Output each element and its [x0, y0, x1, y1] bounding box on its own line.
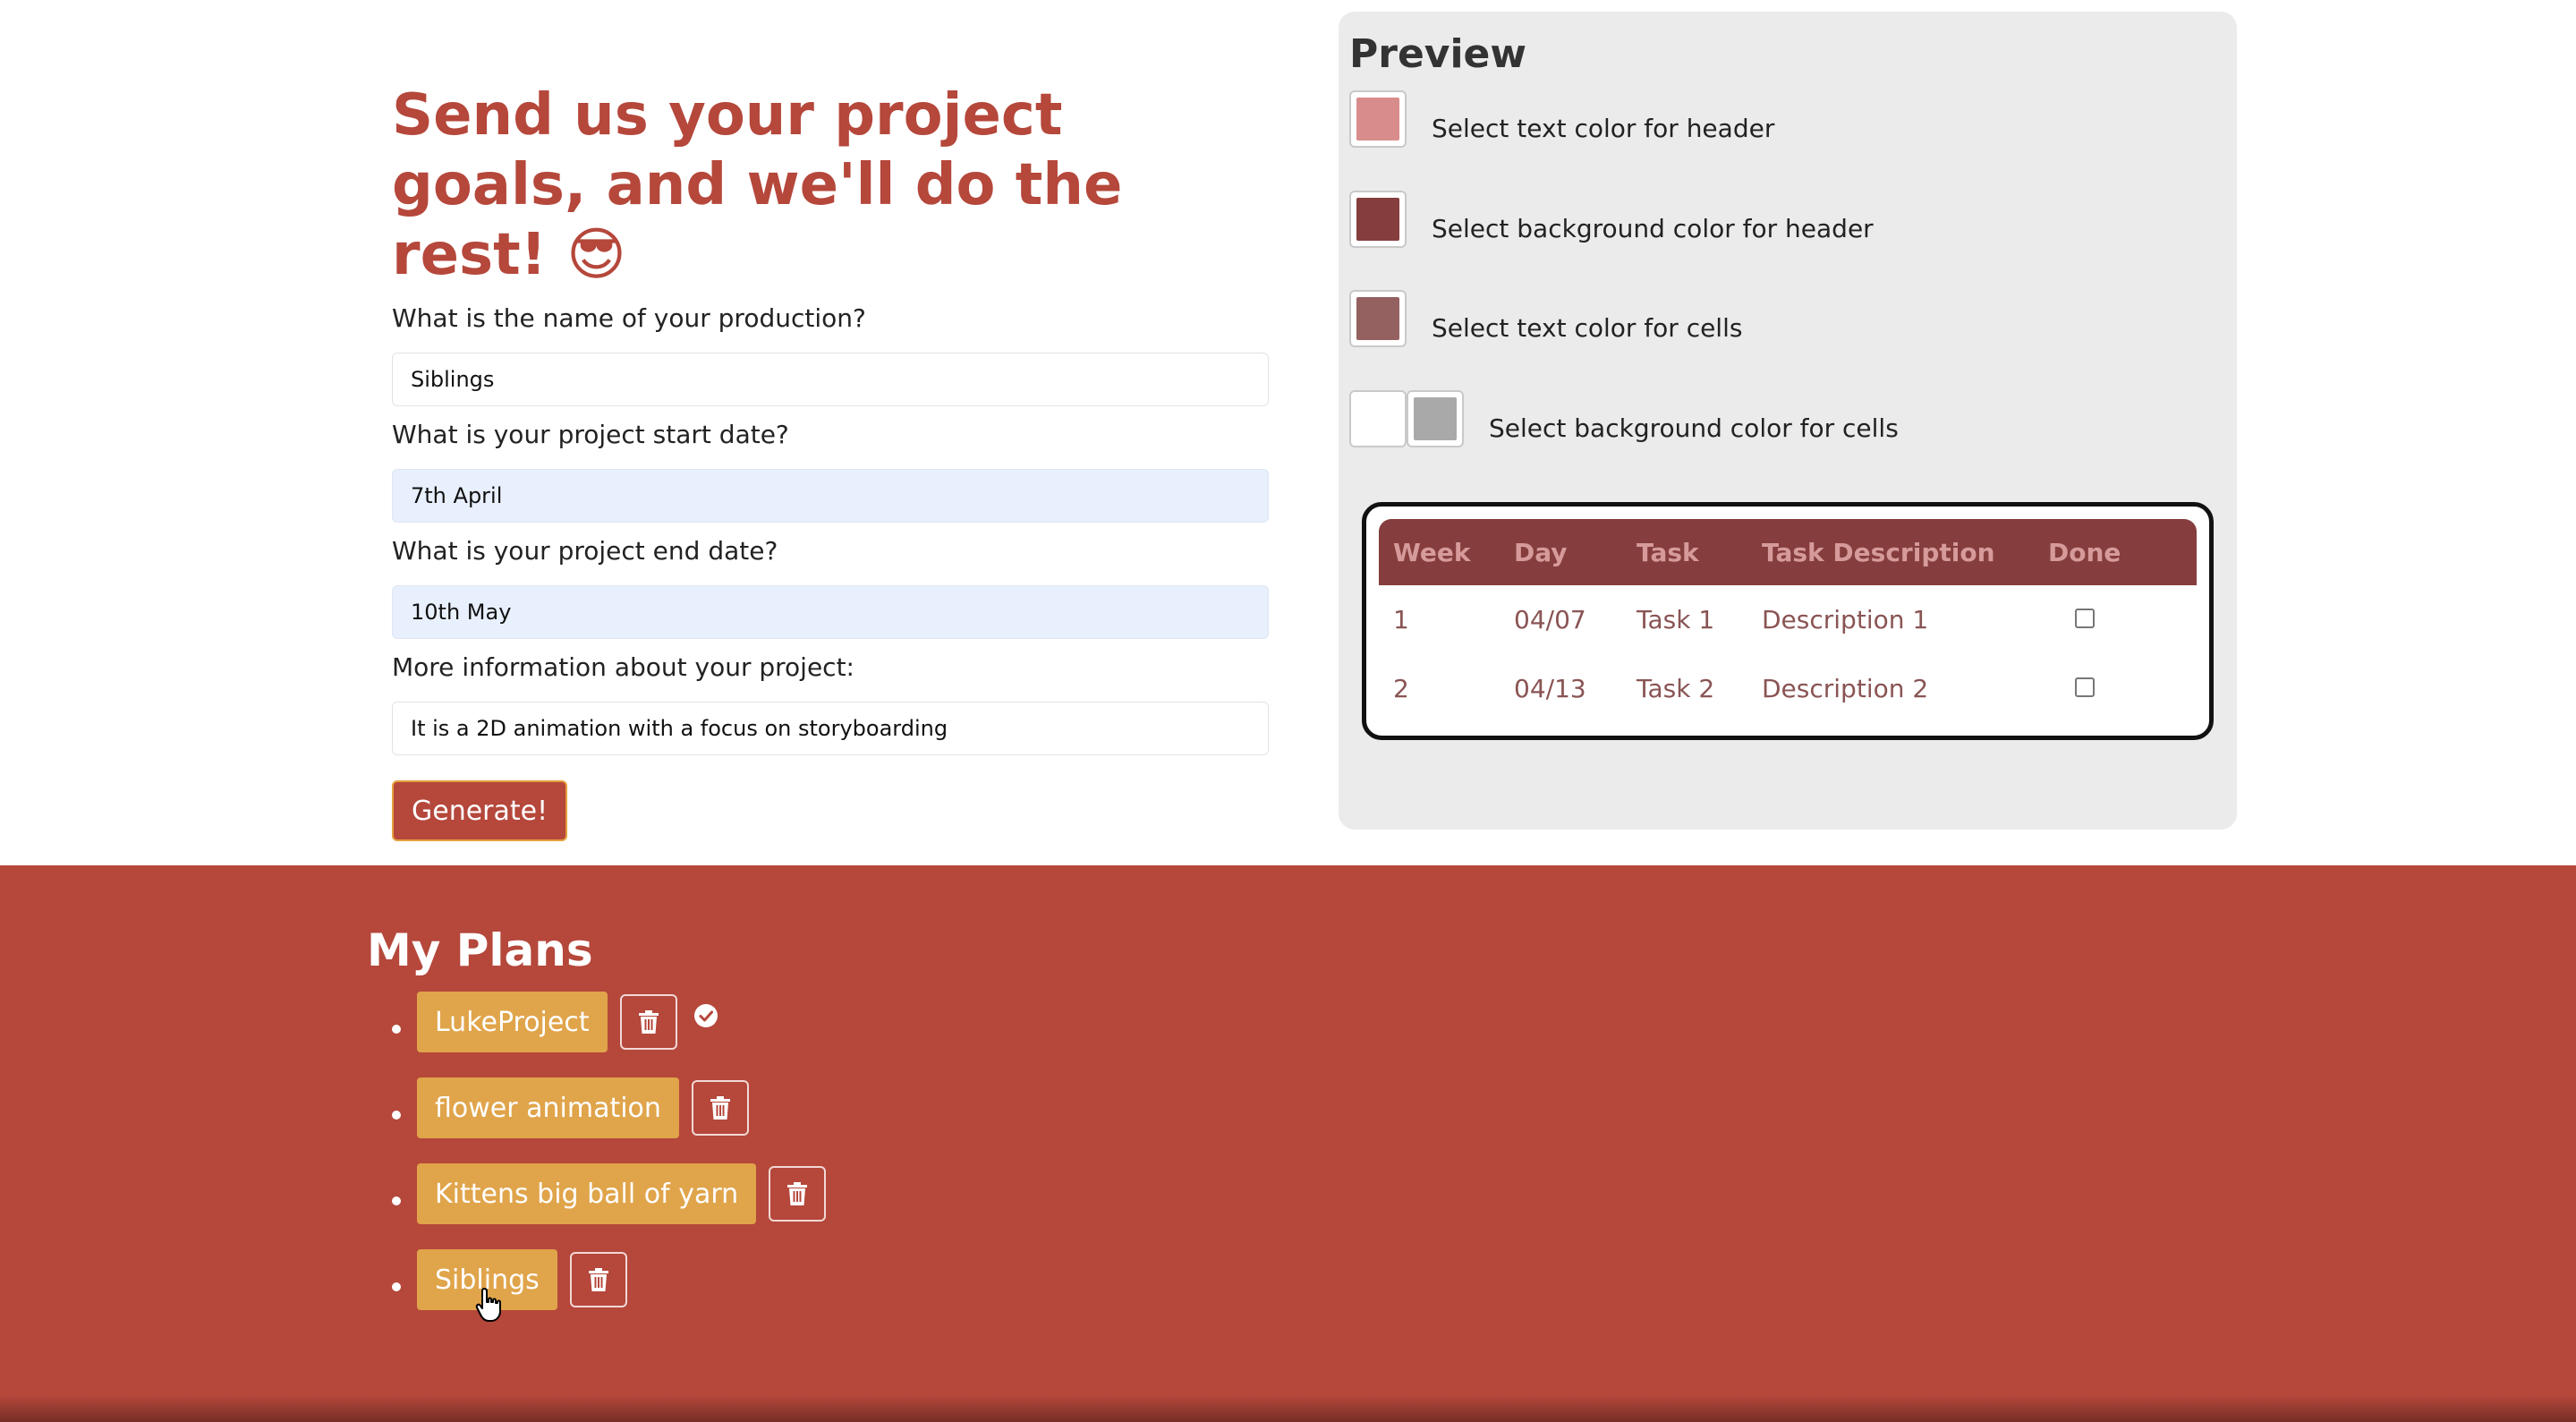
column-header-week: Week [1379, 519, 1500, 585]
plan-button-kittens[interactable]: Kittens big ball of yarn [417, 1163, 757, 1224]
delete-plan-button[interactable] [691, 1080, 749, 1136]
list-item: flower animation [392, 1077, 749, 1138]
table-row: 1 04/07 Task 1 Description 1 [1379, 585, 2197, 654]
page-title: Send us your project goals, and we'll do… [392, 82, 1123, 288]
table-row: 2 04/13 Task 2 Description 2 [1379, 654, 2197, 723]
delete-plan-button[interactable] [769, 1166, 827, 1222]
color-swatch [1356, 397, 1399, 440]
cell-description: Description 2 [1747, 654, 2034, 723]
header-text-color-row: Select text color for header [1349, 90, 1774, 148]
cell-text-color-picker[interactable] [1349, 290, 1407, 347]
production-name-input[interactable] [392, 353, 1269, 406]
cell-text-color-row: Select text color for cells [1349, 290, 1742, 347]
cell-task: Task 1 [1622, 585, 1747, 654]
cell-bg-color-picker-alternate[interactable] [1407, 390, 1464, 447]
color-swatch [1356, 98, 1399, 140]
start-date-label: What is your project start date? [392, 420, 789, 449]
cell-bg-color-picker-primary[interactable] [1349, 390, 1407, 447]
end-date-label: What is your project end date? [392, 536, 778, 566]
check-circle-icon [693, 1004, 718, 1027]
my-plans-title: My Plans [367, 924, 593, 976]
delete-plan-button[interactable] [619, 994, 677, 1050]
trash-icon [588, 1268, 608, 1291]
header-bg-color-label: Select background color for header [1432, 213, 1874, 243]
cell-week: 1 [1379, 585, 1500, 654]
header-text-color-label: Select text color for header [1432, 113, 1775, 143]
cell-done [2034, 585, 2197, 654]
project-info-input[interactable] [392, 702, 1269, 755]
trash-icon [787, 1182, 808, 1205]
header-bg-color-picker[interactable] [1349, 191, 1407, 248]
delete-plan-button[interactable] [569, 1252, 627, 1307]
done-checkbox[interactable] [2075, 609, 2095, 628]
table-header-row: Week Day Task Task Description Done [1379, 519, 2197, 585]
project-info-label: More information about your project: [392, 652, 854, 682]
cell-description: Description 1 [1747, 585, 2034, 654]
preview-panel: Preview Select text color for header Sel… [1339, 12, 2237, 830]
cell-bg-color-row: Select background color for cells [1349, 390, 1899, 447]
project-form: Send us your project goals, and we'll do… [392, 81, 1269, 841]
plan-button-lukeproject[interactable]: LukeProject [417, 992, 608, 1052]
bullet-icon [392, 1196, 401, 1205]
cell-done [2034, 654, 2197, 723]
cell-task: Task 2 [1622, 654, 1747, 723]
preview-table: Week Day Task Task Description Done 1 04… [1379, 519, 2197, 723]
header-text-color-picker[interactable] [1349, 90, 1407, 148]
bullet-icon [392, 1025, 401, 1034]
bullet-icon [392, 1282, 401, 1291]
trash-icon [710, 1096, 730, 1120]
column-header-done: Done [2034, 519, 2197, 585]
trash-icon [638, 1010, 659, 1034]
cell-text-color-label: Select text color for cells [1432, 312, 1743, 343]
list-item: Siblings [392, 1249, 627, 1310]
cell-bg-color-label: Select background color for cells [1489, 413, 1899, 443]
my-plans-section: My Plans [0, 865, 2576, 1422]
color-swatch [1356, 297, 1399, 340]
column-header-task: Task [1622, 519, 1747, 585]
column-header-day: Day [1500, 519, 1622, 585]
section-shadow [0, 1395, 2576, 1422]
header-bg-color-row: Select background color for header [1349, 191, 1874, 248]
end-date-input[interactable] [392, 585, 1269, 639]
plan-button-flower-animation[interactable]: flower animation [417, 1077, 679, 1138]
color-swatch [1414, 397, 1457, 440]
production-name-label: What is the name of your production? [392, 303, 866, 333]
start-date-input[interactable] [392, 469, 1269, 523]
cell-day: 04/13 [1500, 654, 1622, 723]
bullet-icon [392, 1111, 401, 1120]
cell-week: 2 [1379, 654, 1500, 723]
color-swatch [1356, 198, 1399, 241]
list-item: LukeProject [392, 992, 718, 1052]
preview-title: Preview [1349, 31, 1527, 77]
preview-table-frame: Week Day Task Task Description Done 1 04… [1362, 502, 2214, 740]
cell-day: 04/07 [1500, 585, 1622, 654]
generate-button[interactable]: Generate! [392, 780, 568, 841]
hand-pointer-icon [475, 1288, 501, 1322]
list-item: Kittens big ball of yarn [392, 1163, 827, 1224]
column-header-description: Task Description [1747, 519, 2034, 585]
done-checkbox[interactable] [2075, 677, 2095, 697]
